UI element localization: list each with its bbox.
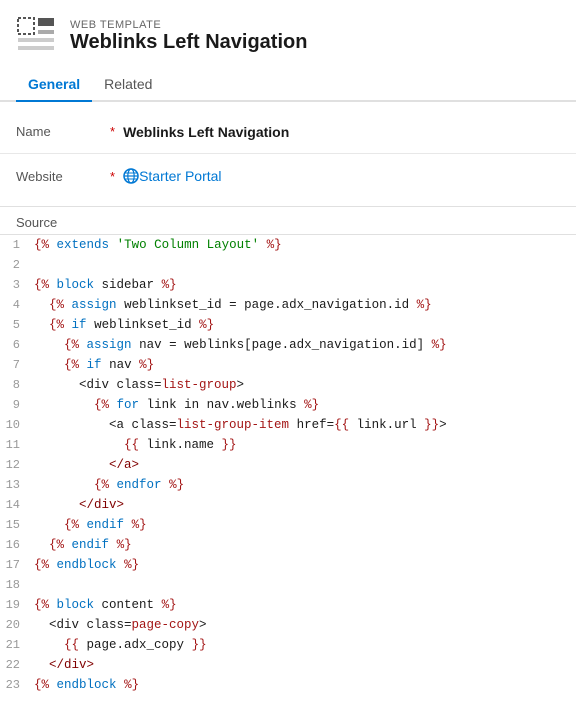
line-number: 4 xyxy=(0,295,28,315)
name-required: * xyxy=(110,124,115,139)
code-line: 13 {% endfor %} xyxy=(0,475,576,495)
code-line: 19{% block content %} xyxy=(0,595,576,615)
code-line: 21 {{ page.adx_copy }} xyxy=(0,635,576,655)
line-number: 8 xyxy=(0,375,28,395)
line-content: {% endblock %} xyxy=(28,555,139,575)
line-content: </a> xyxy=(28,455,139,475)
code-block: 1{% extends 'Two Column Layout' %}2 3{% … xyxy=(0,235,576,695)
line-content xyxy=(28,255,42,275)
code-line: 12 </a> xyxy=(0,455,576,475)
code-line: 10 <a class=list-group-item href={{ link… xyxy=(0,415,576,435)
line-number: 20 xyxy=(0,615,28,635)
tab-general[interactable]: General xyxy=(16,68,92,102)
code-line: 1{% extends 'Two Column Layout' %} xyxy=(0,235,576,255)
line-content: {% endfor %} xyxy=(28,475,184,495)
line-content: {% for link in nav.weblinks %} xyxy=(28,395,319,415)
line-number: 1 xyxy=(0,235,28,255)
line-content: {{ link.name }} xyxy=(28,435,237,455)
code-line: 16 {% endif %} xyxy=(0,535,576,555)
line-content: {% block content %} xyxy=(28,595,177,615)
line-content: {% extends 'Two Column Layout' %} xyxy=(28,235,282,255)
code-line: 20 <div class=page-copy> xyxy=(0,615,576,635)
page-header: WEB TEMPLATE Weblinks Left Navigation xyxy=(0,0,576,64)
line-number: 7 xyxy=(0,355,28,375)
line-number: 14 xyxy=(0,495,28,515)
code-line: 9 {% for link in nav.weblinks %} xyxy=(0,395,576,415)
code-line: 8 <div class=list-group> xyxy=(0,375,576,395)
website-link[interactable]: Starter Portal xyxy=(139,168,221,184)
line-number: 9 xyxy=(0,395,28,415)
header-label: WEB TEMPLATE xyxy=(70,19,307,31)
code-line: 7 {% if nav %} xyxy=(0,355,576,375)
code-line: 18 xyxy=(0,575,576,595)
code-line: 6 {% assign nav = weblinks[page.adx_navi… xyxy=(0,335,576,355)
tabs-bar: General Related xyxy=(0,68,576,102)
website-label: Website xyxy=(16,169,106,184)
code-line: 23{% endblock %} xyxy=(0,675,576,695)
line-content: {% endblock %} xyxy=(28,675,139,695)
line-content: {% if weblinkset_id %} xyxy=(28,315,214,335)
website-required: * xyxy=(110,169,115,184)
line-content: {% block sidebar %} xyxy=(28,275,177,295)
line-number: 6 xyxy=(0,335,28,355)
line-number: 19 xyxy=(0,595,28,615)
source-header: Source xyxy=(0,207,576,235)
line-number: 22 xyxy=(0,655,28,675)
line-number: 12 xyxy=(0,455,28,475)
line-number: 2 xyxy=(0,255,28,275)
code-line: 14 </div> xyxy=(0,495,576,515)
globe-icon xyxy=(123,168,139,184)
line-number: 3 xyxy=(0,275,28,295)
line-content: {{ page.adx_copy }} xyxy=(28,635,207,655)
line-content: <div class=list-group> xyxy=(28,375,244,395)
code-line: 3{% block sidebar %} xyxy=(0,275,576,295)
line-number: 17 xyxy=(0,555,28,575)
line-number: 16 xyxy=(0,535,28,555)
tab-related[interactable]: Related xyxy=(92,68,164,102)
line-content: {% endif %} xyxy=(28,515,147,535)
code-line: 15 {% endif %} xyxy=(0,515,576,535)
line-content: {% endif %} xyxy=(28,535,132,555)
code-line: 22 </div> xyxy=(0,655,576,675)
line-content: {% if nav %} xyxy=(28,355,154,375)
header-text-block: WEB TEMPLATE Weblinks Left Navigation xyxy=(70,19,307,54)
line-number: 15 xyxy=(0,515,28,535)
line-content: <div class=page-copy> xyxy=(28,615,207,635)
code-line: 4 {% assign weblinkset_id = page.adx_nav… xyxy=(0,295,576,315)
header-title: Weblinks Left Navigation xyxy=(70,31,307,54)
line-number: 11 xyxy=(0,435,28,455)
code-line: 2 xyxy=(0,255,576,275)
code-line: 5 {% if weblinkset_id %} xyxy=(0,315,576,335)
template-icon xyxy=(16,16,56,56)
code-line: 11 {{ link.name }} xyxy=(0,435,576,455)
line-content: </div> xyxy=(28,655,94,675)
line-content: {% assign weblinkset_id = page.adx_navig… xyxy=(28,295,432,315)
code-line: 17{% endblock %} xyxy=(0,555,576,575)
source-label: Source xyxy=(16,215,57,230)
website-field-row: Website * Starter Portal xyxy=(0,154,576,198)
name-value: Weblinks Left Navigation xyxy=(123,124,289,140)
line-content: </div> xyxy=(28,495,124,515)
line-content: {% assign nav = weblinks[page.adx_naviga… xyxy=(28,335,447,355)
line-number: 13 xyxy=(0,475,28,495)
line-number: 21 xyxy=(0,635,28,655)
line-number: 23 xyxy=(0,675,28,695)
name-field-row: Name * Weblinks Left Navigation xyxy=(0,110,576,154)
line-content xyxy=(28,575,42,595)
line-number: 5 xyxy=(0,315,28,335)
name-label: Name xyxy=(16,124,106,139)
line-number: 18 xyxy=(0,575,28,595)
form-section: Name * Weblinks Left Navigation Website … xyxy=(0,102,576,207)
line-number: 10 xyxy=(0,415,28,435)
line-content: <a class=list-group-item href={{ link.ur… xyxy=(28,415,447,435)
